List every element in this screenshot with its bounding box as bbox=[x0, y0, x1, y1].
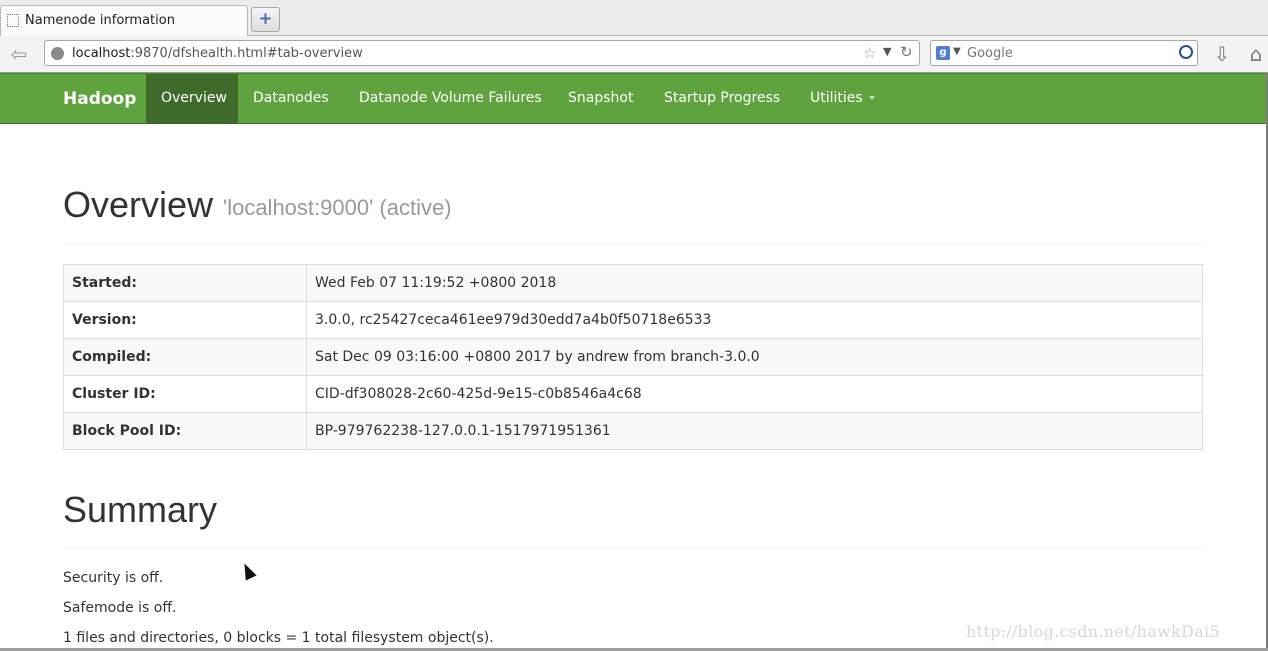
home-button[interactable]: ⌂ bbox=[1244, 41, 1268, 67]
nav-overview[interactable]: Overview bbox=[146, 74, 238, 124]
browser-toolbar: ⇦ localhost:9870/dfshealth.html#tab-over… bbox=[0, 36, 1268, 73]
back-arrow-icon: ⇦ bbox=[10, 42, 28, 66]
table-row: Block Pool ID: BP-979762238-127.0.0.1-15… bbox=[63, 412, 1203, 450]
summary-line-safemode: Safemode is off. bbox=[63, 600, 177, 616]
history-dropdown-icon[interactable]: ▼ bbox=[883, 45, 891, 58]
new-tab-button[interactable]: + bbox=[251, 7, 280, 32]
page-favicon-icon bbox=[7, 14, 19, 27]
table-row: Cluster ID: CID-df308028-2c60-425d-9e15-… bbox=[63, 375, 1203, 413]
summary-line-objects: 1 files and directories, 0 blocks = 1 to… bbox=[63, 630, 494, 646]
nav-utilities[interactable]: Utilities bbox=[795, 74, 890, 124]
table-row: Compiled: Sat Dec 09 03:16:00 +0800 2017… bbox=[63, 338, 1203, 376]
nav-datanode-volume-failures[interactable]: Datanode Volume Failures bbox=[344, 74, 557, 124]
navbar-brand[interactable]: Hadoop bbox=[63, 89, 136, 109]
download-arrow-icon: ⇩ bbox=[1213, 42, 1231, 66]
search-input[interactable] bbox=[967, 43, 1167, 63]
row-key: Cluster ID: bbox=[63, 375, 307, 413]
row-value: 3.0.0, rc25427ceca461ee979d30edd7a4b0f50… bbox=[306, 301, 1203, 339]
watermark: http://blog.csdn.net/hawkDai5 bbox=[966, 622, 1220, 641]
overview-table: Started: Wed Feb 07 11:19:52 +0800 2018 … bbox=[63, 264, 1203, 450]
row-key: Block Pool ID: bbox=[63, 412, 307, 450]
row-key: Compiled: bbox=[63, 338, 307, 376]
page-subtitle: 'localhost:9000' (active) bbox=[223, 195, 452, 220]
search-engine-icon[interactable]: g bbox=[936, 46, 950, 60]
page-title: Overview bbox=[63, 184, 214, 225]
table-row: Started: Wed Feb 07 11:19:52 +0800 2018 bbox=[63, 264, 1203, 302]
reload-icon[interactable]: ↻ bbox=[900, 43, 913, 61]
url-host: localhost bbox=[72, 46, 131, 61]
downloads-button[interactable]: ⇩ bbox=[1210, 41, 1234, 67]
search-bar[interactable]: g ▼ bbox=[930, 40, 1198, 66]
summary-title: Summary bbox=[63, 489, 218, 530]
nav-startup-progress[interactable]: Startup Progress bbox=[649, 74, 795, 124]
browser-tab[interactable]: Namenode information bbox=[0, 5, 248, 37]
tab-title: Namenode information bbox=[25, 13, 175, 28]
search-engine-dropdown-icon[interactable]: ▼ bbox=[953, 46, 961, 57]
hadoop-navbar: Hadoop Overview Datanodes Datanode Volum… bbox=[0, 73, 1268, 124]
nav-snapshot[interactable]: Snapshot bbox=[553, 74, 648, 124]
back-button[interactable]: ⇦ bbox=[4, 41, 34, 67]
url-bar[interactable]: localhost:9870/dfshealth.html#tab-overvi… bbox=[44, 40, 920, 66]
search-icon[interactable] bbox=[1179, 45, 1193, 59]
mouse-cursor-icon bbox=[239, 560, 257, 581]
row-value: BP-979762238-127.0.0.1-1517971951361 bbox=[306, 412, 1203, 450]
caret-down-icon bbox=[868, 96, 875, 100]
url-text[interactable]: localhost:9870/dfshealth.html#tab-overvi… bbox=[72, 46, 363, 61]
row-key: Started: bbox=[63, 264, 307, 302]
browser-tab-strip: Namenode information + bbox=[0, 0, 1268, 37]
row-value: Sat Dec 09 03:16:00 +0800 2017 by andrew… bbox=[306, 338, 1203, 376]
nav-utilities-label: Utilities bbox=[810, 90, 863, 106]
url-path: :9870/dfshealth.html#tab-overview bbox=[130, 46, 363, 61]
plus-icon: + bbox=[258, 9, 273, 29]
bookmark-star-icon[interactable]: ☆ bbox=[863, 44, 876, 62]
summary-line-security: Security is off. bbox=[63, 570, 164, 586]
row-value: Wed Feb 07 11:19:52 +0800 2018 bbox=[306, 264, 1203, 302]
globe-icon bbox=[51, 47, 64, 60]
row-key: Version: bbox=[63, 301, 307, 339]
row-value: CID-df308028-2c60-425d-9e15-c0b8546a4c68 bbox=[306, 375, 1203, 413]
home-icon: ⌂ bbox=[1249, 42, 1263, 66]
table-row: Version: 3.0.0, rc25427ceca461ee979d30ed… bbox=[63, 301, 1203, 339]
summary-header: Summary bbox=[63, 489, 1203, 549]
overview-header: Overview 'localhost:9000' (active) bbox=[63, 184, 1203, 244]
nav-datanodes[interactable]: Datanodes bbox=[238, 74, 344, 124]
